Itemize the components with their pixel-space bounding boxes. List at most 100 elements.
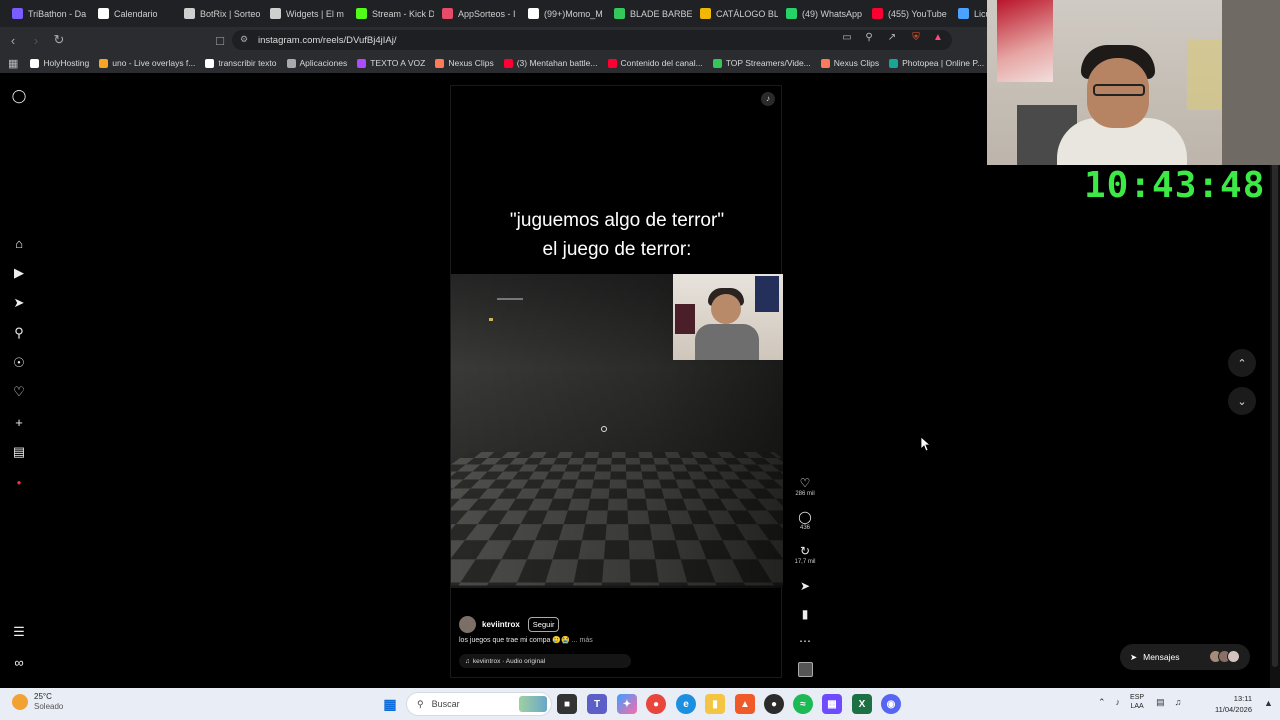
bookmark-item[interactable]: Nexus Clips xyxy=(435,58,494,68)
caption-line-1: "juguemos algo de terror" xyxy=(509,210,725,231)
reels-icon[interactable]: ▶ xyxy=(10,264,28,282)
browser-tab[interactable]: (99+)Momo_M xyxy=(520,0,606,27)
messages-button[interactable]: ➤ Mensajes xyxy=(1120,644,1250,670)
browser-tab[interactable]: BLADE BARBER xyxy=(606,0,692,27)
browser-tab[interactable]: (455) YouTube xyxy=(864,0,950,27)
volume-icon[interactable]: ♪ xyxy=(761,92,775,106)
bookmark-label: uno - Live overlays f... xyxy=(112,58,196,68)
audio-pill[interactable]: ♫ keviintrox · Audio original xyxy=(459,654,631,668)
meta-icon[interactable]: ∞ xyxy=(10,653,28,671)
menu-icon[interactable]: ☰ xyxy=(10,623,28,641)
dashboard-icon[interactable]: ▤ xyxy=(10,443,28,461)
excel-icon[interactable]: X xyxy=(852,694,872,714)
bookmark-item[interactable]: (3) Mentahan battle... xyxy=(503,58,598,68)
obs-icon[interactable]: ● xyxy=(764,694,784,714)
browser-tab[interactable]: CATÁLOGO BL xyxy=(692,0,778,27)
temperature: 25°C xyxy=(34,692,52,701)
file-explorer-icon[interactable]: ▮ xyxy=(705,694,725,714)
browser-tab[interactable]: Calendario xyxy=(90,0,176,27)
brave-shield-icon[interactable]: ⛨ xyxy=(909,31,923,45)
browser-tab[interactable]: Widgets | El m xyxy=(262,0,348,27)
author-avatar[interactable] xyxy=(459,616,476,633)
follow-button[interactable]: Seguir xyxy=(527,617,560,632)
tab-label: (49) WhatsApp xyxy=(802,8,863,19)
tab-favicon-icon xyxy=(786,8,797,19)
copilot-icon[interactable]: ✦ xyxy=(617,694,637,714)
browser-tab[interactable]: BotRix | Sorteo xyxy=(176,0,262,27)
task-view-icon[interactable]: ■ xyxy=(557,694,577,714)
audio-thumbnail[interactable] xyxy=(792,662,818,677)
share-icon[interactable]: ↗ xyxy=(885,31,899,45)
browser-tab[interactable]: Licu xyxy=(950,0,990,27)
app-grid-icon[interactable]: ▦ xyxy=(822,694,842,714)
teams-icon[interactable]: T xyxy=(587,694,607,714)
start-icon[interactable]: ▦ xyxy=(380,694,400,714)
browser-tab[interactable]: Stream - Kick D xyxy=(348,0,434,27)
edge-icon[interactable]: e xyxy=(676,694,696,714)
site-info-icon[interactable]: ⚙ xyxy=(240,34,248,45)
author-name[interactable]: keviintrox xyxy=(482,620,520,629)
brave-icon[interactable]: ▲ xyxy=(735,694,755,714)
cast-icon[interactable]: ▭ xyxy=(840,31,854,45)
explore-icon[interactable]: ☉ xyxy=(10,354,28,372)
taskbar-search[interactable]: ⚲ Buscar xyxy=(406,692,552,716)
volume-icon[interactable]: ♫ xyxy=(1175,697,1182,707)
profile-icon[interactable]: ● xyxy=(10,473,28,491)
clock[interactable]: 13:11 11/04/2026 xyxy=(1208,693,1252,715)
streamer-webcam-inset xyxy=(673,274,783,360)
send-icon[interactable]: ➤ xyxy=(10,294,28,312)
bookmark-item[interactable]: uno - Live overlays f... xyxy=(99,58,195,68)
create-icon[interactable]: + xyxy=(10,413,28,431)
heart-icon[interactable]: ♡ xyxy=(10,383,28,401)
windows-taskbar: 25°C Soleado ▦ ⚲ Buscar ■ T ✦ ● e ▮ ▲ ● … xyxy=(0,688,1280,720)
brave-rewards-icon[interactable]: ▲ xyxy=(931,31,945,45)
sun-icon xyxy=(12,694,28,710)
back-icon[interactable]: ‹ xyxy=(3,30,23,50)
more-options[interactable]: ⋯ xyxy=(792,634,818,648)
forward-icon[interactable]: › xyxy=(26,30,46,50)
zoom-icon[interactable]: ⚲ xyxy=(862,31,876,45)
send-icon: ➤ xyxy=(1130,651,1138,662)
page-scrollbar[interactable] xyxy=(1270,73,1280,688)
browser-tab[interactable]: TriBathon - Da xyxy=(4,0,90,27)
bookmark-item[interactable]: transcribir texto xyxy=(205,58,277,68)
bookmark-item[interactable]: Nexus Clips xyxy=(820,58,879,68)
microphone-icon[interactable]: ♪ xyxy=(1116,697,1121,707)
notification-icon[interactable]: ▲ xyxy=(1264,698,1273,708)
instagram-icon[interactable]: ◯ xyxy=(10,87,28,105)
more-link[interactable]: ... más xyxy=(572,637,593,644)
apps-grid-icon[interactable]: ▦ xyxy=(8,57,18,70)
bookmark-item[interactable]: Contenido del canal... xyxy=(607,58,703,68)
search-icon[interactable]: ⚲ xyxy=(10,324,28,342)
chrome-icon[interactable]: ● xyxy=(646,694,666,714)
tab-favicon-icon xyxy=(442,8,453,19)
reel-video[interactable]: ♪ "juguemos algo de terror" el juego de … xyxy=(450,85,783,678)
reload-icon[interactable]: ↻ xyxy=(49,30,69,50)
bookmark-icon: ▮ xyxy=(801,607,809,621)
save-action[interactable]: ▮ xyxy=(792,607,818,621)
like-action[interactable]: ♡ 286 mil xyxy=(792,476,818,497)
bookmark-item[interactable]: Aplicaciones xyxy=(286,58,347,68)
network-icon[interactable]: ▤ xyxy=(1156,697,1165,708)
comment-action[interactable]: ◯ 436 xyxy=(792,510,818,531)
repost-action[interactable]: ↻ 17,7 mil xyxy=(792,544,818,565)
weather-widget[interactable]: 25°C Soleado xyxy=(12,692,63,712)
bookmark-item[interactable]: TEXTO A VOZ xyxy=(357,58,425,68)
language-indicator[interactable]: ESP LAA xyxy=(1130,693,1144,711)
bookmark-item[interactable]: TOP Streamers/Vide... xyxy=(712,58,811,68)
tab-label: TriBathon - Da xyxy=(28,8,87,19)
spotify-icon[interactable]: ≈ xyxy=(793,694,813,714)
audio-cover-icon xyxy=(797,662,813,677)
previous-reel-button[interactable]: ⌃ xyxy=(1228,349,1256,377)
bookmark-item[interactable]: Photopea | Online P... xyxy=(889,58,984,68)
next-reel-button[interactable]: ⌄ xyxy=(1228,387,1256,415)
discord-icon[interactable]: ◉ xyxy=(881,694,901,714)
chevron-down-icon: ⌄ xyxy=(1237,395,1247,408)
browser-tab[interactable]: (49) WhatsApp xyxy=(778,0,864,27)
chevron-up-icon[interactable]: ⌃ xyxy=(1098,697,1106,708)
bookmark-icon[interactable]: □ xyxy=(210,30,230,50)
bookmark-item[interactable]: HolyHosting xyxy=(30,58,89,68)
browser-tab[interactable]: AppSorteos - I xyxy=(434,0,520,27)
share-action[interactable]: ➤ xyxy=(792,579,818,593)
home-icon[interactable]: ⌂ xyxy=(10,234,28,252)
